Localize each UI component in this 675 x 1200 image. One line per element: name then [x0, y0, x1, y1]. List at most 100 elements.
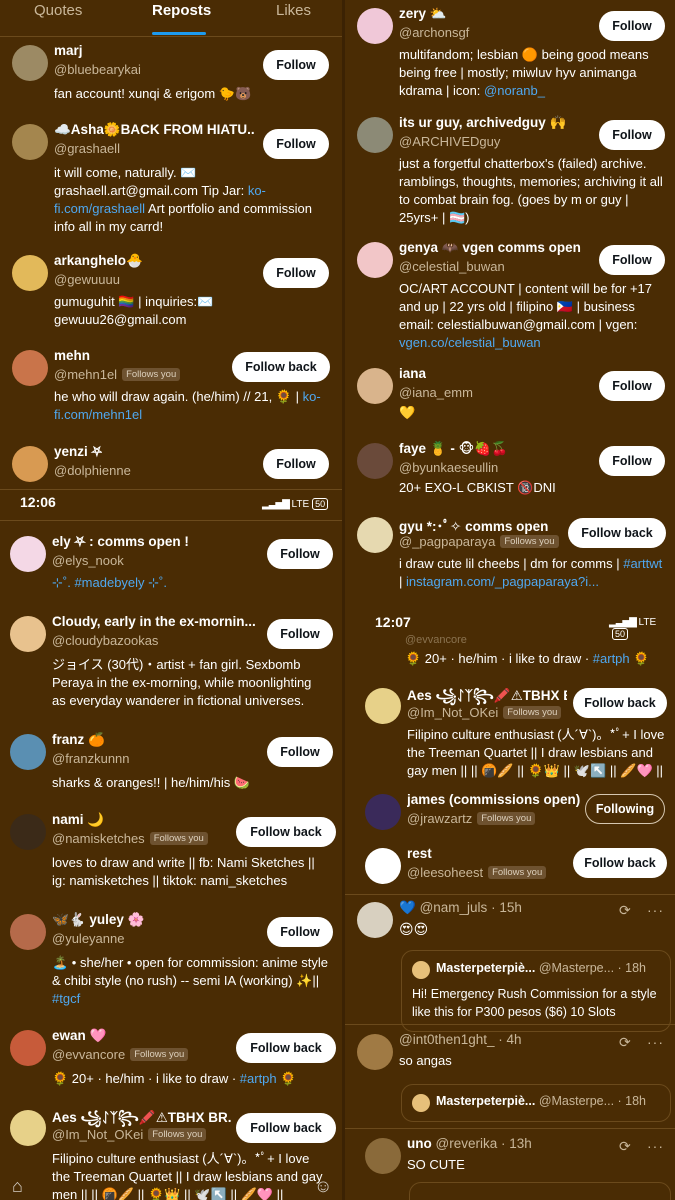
list-item[interactable]: gyu *:･ﾟ✧ comms open @_pagpaparaya Follow… [357, 517, 669, 597]
follow-button[interactable]: Follow [263, 449, 329, 479]
follow-button[interactable]: Follow [599, 11, 665, 41]
avatar[interactable] [10, 616, 46, 652]
more-icon[interactable]: ··· [647, 1138, 664, 1154]
avatar[interactable] [10, 536, 46, 572]
follow-button[interactable]: Follow [267, 619, 333, 649]
list-item[interactable]: ☁️Asha🌼BACK FROM HIATU... @grashaell Fol… [12, 122, 332, 234]
follow-back-button[interactable]: Follow back [573, 848, 667, 878]
follow-button[interactable]: Follow [599, 446, 665, 476]
avatar[interactable] [357, 8, 393, 44]
repost-icon[interactable]: ⟳ [619, 1034, 631, 1051]
post[interactable]: @int0then1ght_ · 4h ⟳ ··· so angas Maste… [357, 1032, 671, 1124]
follows-you-badge: Follows you [122, 368, 181, 381]
follow-button[interactable]: Follow [599, 245, 665, 275]
user-name: rest [407, 846, 432, 861]
list-item[interactable]: its ur guy, archivedguy 🙌 @ARCHIVEDguy F… [357, 115, 669, 227]
follow-button[interactable]: Follow [267, 539, 333, 569]
follow-button[interactable]: Follow [263, 129, 329, 159]
avatar[interactable] [10, 814, 46, 850]
avatar[interactable] [357, 117, 393, 153]
quoted-post[interactable]: Masterpeterpiè... @Masterpe... · 18h Hi!… [401, 950, 671, 1032]
more-icon[interactable]: ··· [647, 902, 664, 918]
more-icon[interactable]: ··· [647, 1034, 664, 1050]
following-button[interactable]: Following [585, 794, 665, 824]
follow-button[interactable]: Follow [599, 120, 665, 150]
list-item[interactable]: Aes ꧁ᛇᛉ꧂🖍️⚠TBHX BR... @Im_Not_OKeiFollow… [365, 688, 667, 788]
tab-indicator [152, 32, 206, 35]
avatar[interactable] [357, 242, 393, 278]
avatar[interactable] [365, 1138, 401, 1174]
list-item[interactable]: franz 🍊 @franzkunnn Follow sharks & oran… [10, 732, 333, 794]
follow-button[interactable]: Follow [267, 917, 333, 947]
avatar[interactable] [12, 255, 48, 291]
list-item[interactable]: james (commissions open) @jrawzartz Follo… [365, 792, 665, 834]
list-item[interactable]: nami 🌙 @namisketches Follows you Follow b… [10, 812, 336, 894]
user-name: 🦋🐇 yuley 🌸 [52, 912, 145, 927]
user-bio: he who will draw again. (he/him) // 21, … [54, 389, 321, 422]
communities-icon[interactable]: ☺ [314, 1176, 332, 1197]
partial-bio: 🌻 20+ · he/him · i like to draw · #artph… [405, 651, 650, 666]
avatar[interactable] [10, 1110, 46, 1146]
user-name: Cloudy, early in the ex-mornin... [52, 614, 256, 629]
bio-link[interactable]: @noranb_ [484, 83, 545, 98]
avatar[interactable] [357, 443, 393, 479]
list-item[interactable]: rest @leesoheest Follows you Follow back [365, 846, 667, 888]
avatar[interactable] [10, 734, 46, 770]
avatar[interactable] [357, 1034, 393, 1070]
user-handle: @leesoheest Follows you [407, 865, 547, 880]
list-item[interactable]: genya 🦇 vgen comms open @celestial_buwan… [357, 240, 669, 352]
avatar[interactable] [365, 688, 401, 724]
quoted-post[interactable] [409, 1182, 671, 1200]
avatar[interactable] [357, 517, 393, 553]
avatar[interactable] [357, 902, 393, 938]
follow-back-button[interactable]: Follow back [236, 1033, 336, 1063]
follow-button[interactable]: Follow [263, 50, 329, 80]
follow-button[interactable]: Follow [267, 737, 333, 767]
bio-link[interactable]: #artph [593, 651, 630, 666]
list-item[interactable]: Cloudy, early in the ex-mornin... @cloud… [10, 614, 333, 716]
list-item[interactable]: iana @iana_emm Follow 💛 [357, 366, 669, 428]
bio-link[interactable]: ⊹˚. #madebyely ⊹˚. [52, 575, 167, 590]
list-item[interactable]: arkanghelo🐣 @gewuuuu Follow gumuguhit 🏳️… [12, 253, 332, 335]
follow-back-button[interactable]: Follow back [236, 1113, 336, 1143]
list-item[interactable]: marj @bluebearykai Follow fan account! x… [12, 43, 332, 105]
home-icon[interactable]: ⌂ [12, 1176, 23, 1197]
post[interactable]: 💙 @nam_juls · 15h ⟳ ··· 😍😍 Masterpeterpi… [357, 900, 671, 1032]
avatar[interactable] [12, 350, 48, 386]
repost-icon[interactable]: ⟳ [619, 1138, 631, 1155]
repost-icon[interactable]: ⟳ [619, 902, 631, 919]
bio-link[interactable]: #arttwt [623, 556, 662, 571]
bio-link[interactable]: #artph [240, 1071, 277, 1086]
bio-link[interactable]: instagram.com/_pagpaparaya?i... [406, 574, 599, 589]
follow-button[interactable]: Follow [599, 371, 665, 401]
follow-back-button[interactable]: Follow back [568, 518, 666, 548]
follow-back-button[interactable]: Follow back [573, 688, 667, 718]
panel-reposts-bottom-left: 12:06 ▂▃▅▇ LTE 50 ely ⛧ : comms open ! @e… [0, 490, 342, 1200]
follow-back-button[interactable]: Follow back [232, 352, 330, 382]
avatar[interactable] [365, 794, 401, 830]
tab-likes[interactable]: Likes [276, 2, 311, 19]
quoted-post[interactable]: Masterpeterpiè... @Masterpe... · 18h [401, 1084, 671, 1122]
follows-you-badge: Follows you [500, 535, 559, 548]
list-item[interactable]: ewan 🩷 @evvancore Follows you Follow back… [10, 1028, 336, 1090]
tab-quotes[interactable]: Quotes [34, 2, 82, 19]
list-item[interactable]: mehn @mehn1el Follows you Follow back he … [12, 348, 332, 430]
avatar[interactable] [365, 848, 401, 884]
bio-link[interactable]: vgen.co/celestial_buwan [399, 335, 541, 350]
list-item[interactable]: zery ⛅ @archonsgf Follow multifandom; le… [357, 6, 669, 98]
avatar[interactable] [12, 124, 48, 160]
bio-link[interactable]: #tgcf [52, 991, 80, 1006]
post[interactable]: uno @reverika · 13h ⟳ ··· SO CUTE [365, 1136, 671, 1200]
follow-button[interactable]: Follow [263, 258, 329, 288]
list-item[interactable]: yenzi ⛧ @dolphienne Follow [12, 444, 332, 486]
avatar[interactable] [12, 446, 48, 482]
list-item[interactable]: faye 🍍 - 🐵🍓🍒 @byunkaeseullin Follow 20+ … [357, 441, 669, 503]
list-item[interactable]: ely ⛧ : comms open ! @elys_nook Follow ⊹… [10, 534, 333, 596]
avatar[interactable] [357, 368, 393, 404]
avatar[interactable] [12, 45, 48, 81]
tab-reposts[interactable]: Reposts [152, 2, 211, 19]
avatar[interactable] [10, 1030, 46, 1066]
avatar[interactable] [10, 914, 46, 950]
follow-back-button[interactable]: Follow back [236, 817, 336, 847]
list-item[interactable]: 🦋🐇 yuley 🌸 @yuleyanne Follow 🏝️ • she/he… [10, 912, 333, 1014]
